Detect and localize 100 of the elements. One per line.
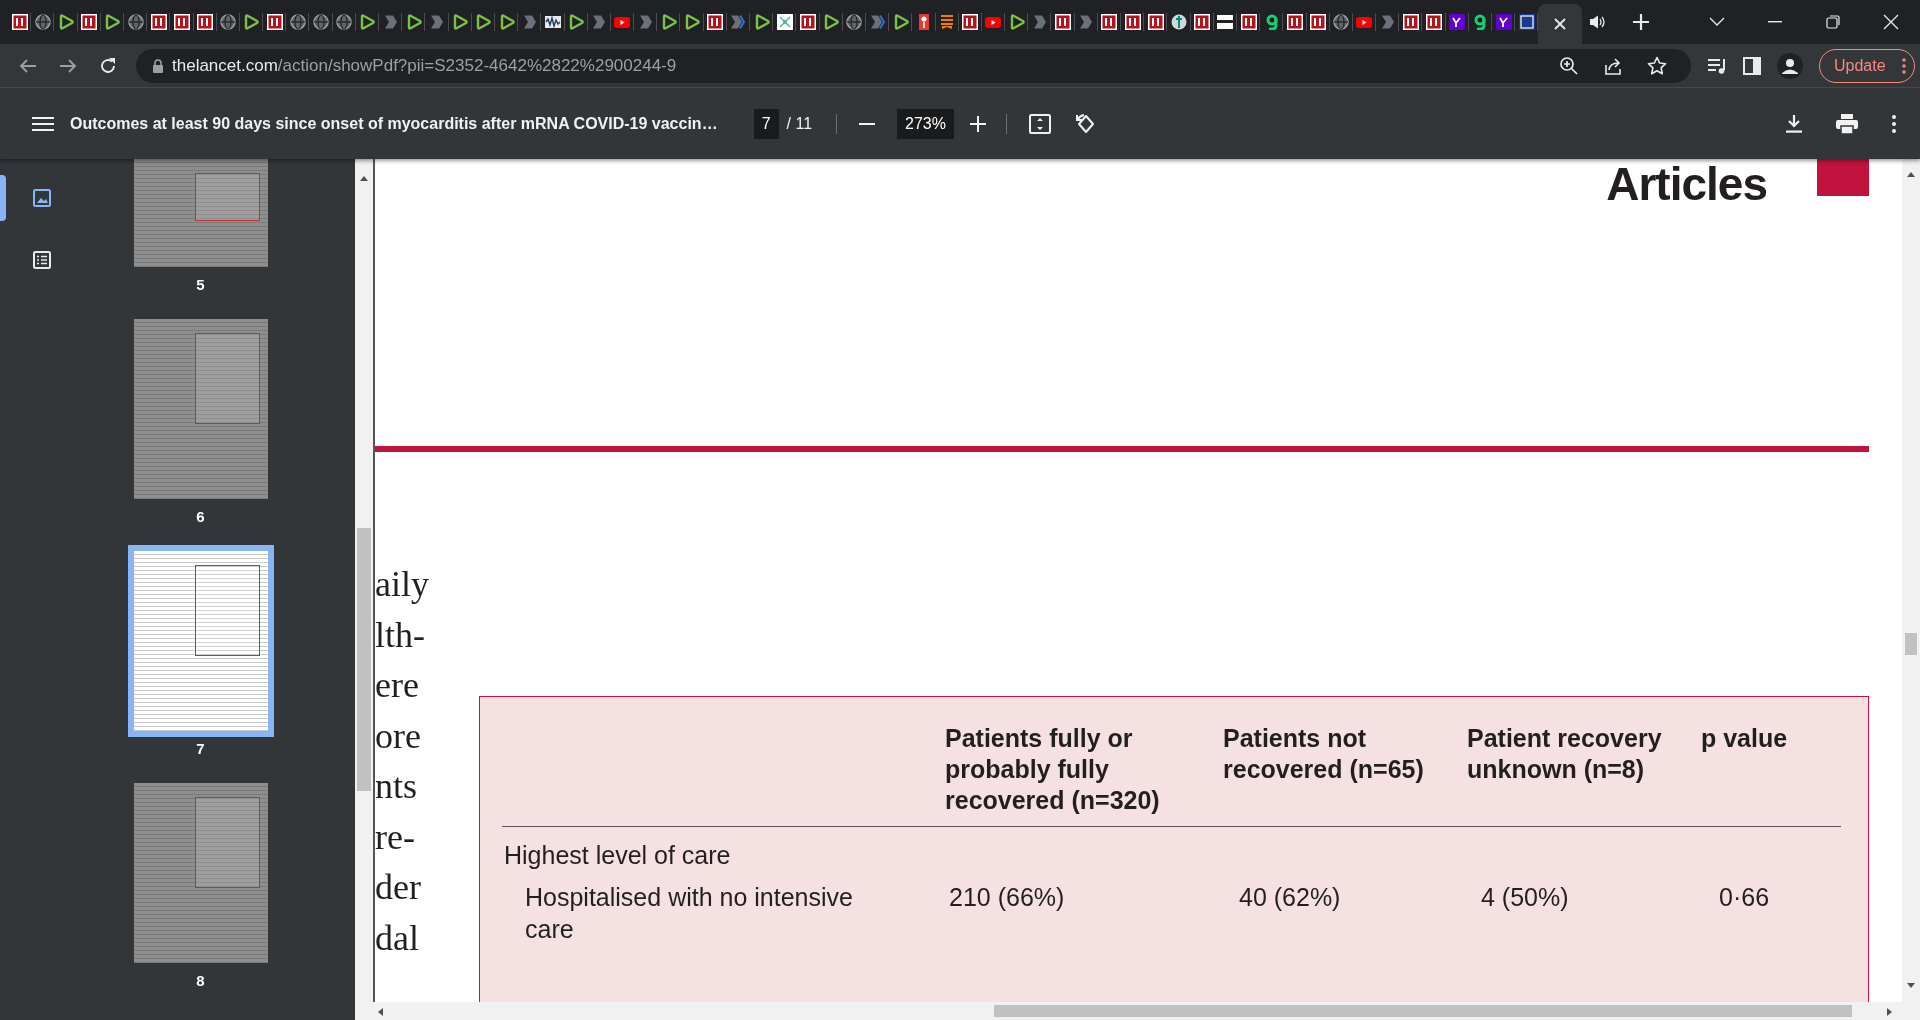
chevron-icon [869, 14, 886, 30]
video-play-icon [1356, 14, 1373, 30]
body-text: re- [375, 815, 416, 859]
globe-icon [846, 14, 863, 30]
table-cell-text: 0·66 [1719, 882, 1770, 913]
table-cell-text: 40 (62%) [1239, 882, 1341, 913]
page-thumbnail[interactable] [133, 159, 268, 267]
square-logo-icon [707, 14, 724, 30]
page-thumbnail[interactable] [133, 319, 268, 499]
zoom-out-icon [859, 122, 876, 125]
chevron-icon [730, 14, 747, 30]
play-icon [359, 14, 376, 30]
scrollbar-thumb[interactable] [357, 528, 371, 791]
square-logo-icon [1194, 14, 1211, 30]
scrollbar[interactable] [355, 159, 373, 1020]
page-number: 8 [196, 971, 205, 991]
lock-icon [152, 58, 164, 73]
body-text: ore [375, 714, 422, 758]
fit-page-icon [1028, 113, 1051, 134]
chevron-icon [1379, 14, 1396, 30]
zoom-field[interactable]: 273% [897, 108, 954, 139]
square-logo-icon [1449, 14, 1466, 30]
scrollbar-thumb[interactable] [1905, 633, 1917, 655]
chevron-icon [428, 14, 445, 30]
close-icon [1883, 14, 1899, 30]
play-icon [104, 14, 121, 30]
minimize-icon [1768, 21, 1782, 23]
play-icon [823, 14, 840, 30]
emblem-icon [1170, 14, 1187, 30]
square-logo-icon [1124, 14, 1141, 30]
rotate-icon [1074, 112, 1097, 135]
play-icon [475, 14, 492, 30]
header-marker [1817, 159, 1869, 196]
play-icon [452, 14, 469, 30]
globe-icon [336, 14, 353, 30]
column-header: Patients not recovered (n=65) [1223, 723, 1425, 785]
scrollbar[interactable] [373, 1002, 1920, 1020]
play-icon [1008, 14, 1025, 30]
more-icon [1892, 114, 1896, 133]
zoom-icon [1559, 55, 1579, 76]
play-icon [498, 14, 515, 30]
square-logo-icon [1310, 14, 1327, 30]
share-icon [1603, 55, 1623, 76]
hook-logo-icon [1472, 14, 1489, 30]
chevron-icon [1031, 14, 1048, 30]
body-text: lth- [375, 613, 426, 657]
play-icon [892, 14, 909, 30]
document-title: Outcomes at least 90 days since onset of myocarditis after mRNA COVID-19 vaccin… [70, 113, 718, 134]
image-icon [776, 14, 793, 30]
page-number: 6 [196, 507, 205, 527]
list-icon [33, 251, 51, 269]
browser-tab[interactable] [1538, 4, 1583, 44]
chevron-icon [521, 14, 538, 30]
new-tab-icon [1632, 13, 1651, 31]
video-play-icon [614, 14, 631, 30]
more-icon [1901, 57, 1906, 74]
square-logo-icon [1286, 14, 1303, 30]
square-logo-icon [1518, 14, 1535, 30]
chevron-icon [637, 14, 654, 30]
side-panel-icon [1743, 56, 1761, 75]
scrollbar-thumb[interactable] [994, 1005, 1852, 1017]
column-header: Patients fully or probably fully recovered (n=320) [945, 723, 1161, 816]
scrollbar[interactable] [1902, 159, 1920, 1002]
restore-icon [1826, 15, 1840, 29]
chevron-down-icon [1709, 17, 1725, 27]
page-number: 5 [196, 275, 205, 295]
page-number: 7 [196, 739, 205, 759]
globe-icon [220, 14, 237, 30]
reload-icon [99, 56, 117, 75]
square-logo-icon [1426, 14, 1443, 30]
square-logo-icon [962, 14, 979, 30]
video-play-icon [985, 14, 1002, 30]
waveform-icon [544, 14, 561, 30]
menu-icon [32, 115, 54, 132]
star-icon [1647, 55, 1667, 76]
square-logo-icon [266, 14, 283, 30]
play-icon [684, 14, 701, 30]
square-logo-icon [11, 14, 28, 30]
bookmark-icon [939, 14, 956, 30]
body-text: ere [375, 664, 420, 707]
image-icon [33, 189, 51, 207]
table-cell-text: 4 (50%) [1481, 882, 1569, 913]
table-cell-text: Hospitalised with no intensive care [525, 882, 854, 945]
square-logo-icon [1240, 14, 1257, 30]
square-logo-icon [1147, 14, 1164, 30]
square-logo-icon [81, 14, 98, 30]
play-icon [660, 14, 677, 30]
close-icon [1554, 18, 1567, 30]
page-number-field[interactable]: 7 [753, 108, 779, 139]
chevron-icon [591, 14, 608, 30]
back-icon [19, 57, 37, 74]
square-logo-icon [173, 14, 190, 30]
profile-icon [1777, 52, 1803, 79]
page-thumbnail[interactable] [133, 783, 268, 963]
body-text: aily [375, 563, 430, 606]
square-logo-icon [197, 14, 214, 30]
square-logo-icon [150, 14, 167, 30]
globe-icon [313, 14, 330, 30]
zoom-in-icon [969, 115, 986, 132]
play-icon [243, 14, 260, 30]
